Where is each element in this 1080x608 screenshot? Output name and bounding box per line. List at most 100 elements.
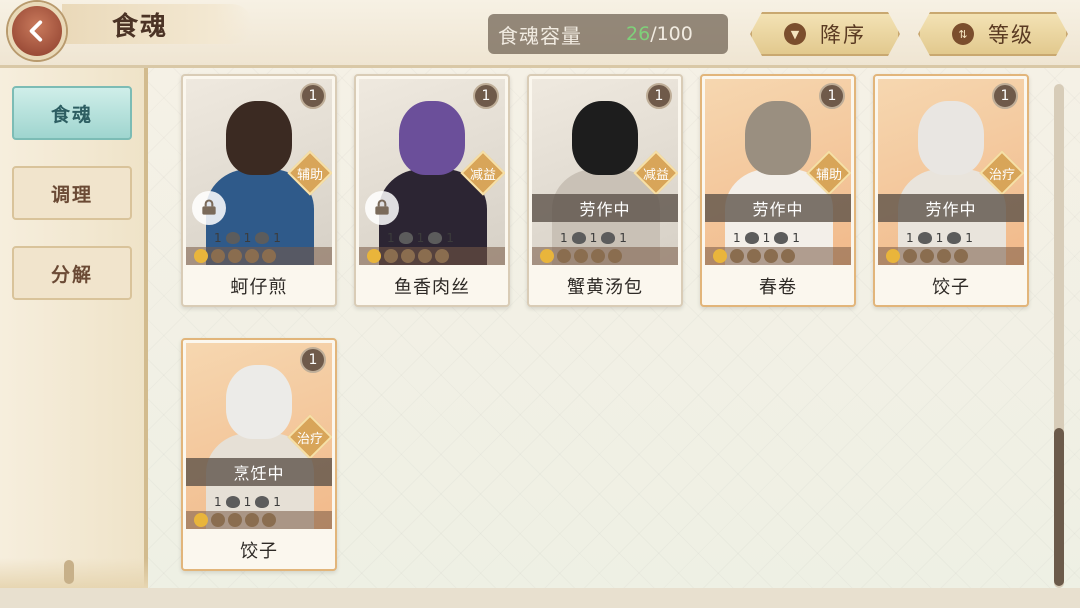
card-name: 蚵仔煎 — [230, 277, 288, 298]
star-icon — [764, 249, 778, 263]
star-icon — [920, 249, 934, 263]
portrait-head — [918, 101, 984, 175]
back-button[interactable] — [8, 2, 66, 60]
stats-row: 1 1 1 — [560, 231, 627, 245]
star-icon — [954, 249, 968, 263]
star-icon — [211, 513, 225, 527]
portrait-head — [226, 101, 292, 175]
stat-value: 1 — [935, 231, 944, 245]
role-badge: 治疗 — [290, 417, 330, 457]
acorn-icon — [225, 496, 240, 508]
star-icon — [245, 513, 259, 527]
role-badge: 减益 — [463, 153, 503, 193]
card-name: 饺子 — [932, 277, 970, 298]
food-soul-card[interactable]: 1 减益劳作中 1 1 1 蟹黄汤包 — [527, 74, 683, 307]
top-bar: 食魂 食魂容量 26 /100 ▼ 降序 ⇅ 等级 — [0, 0, 1080, 68]
character-portrait: 1 治疗 劳作中 1 1 1 — [878, 79, 1024, 265]
stat-value: 1 — [273, 231, 281, 245]
role-badge: 减益 — [636, 153, 676, 193]
star-icon — [540, 249, 554, 263]
capacity-display: 食魂容量 26 /100 — [488, 14, 728, 54]
portrait-head — [572, 101, 638, 175]
lock-icon[interactable] — [365, 191, 399, 225]
status-band: 劳作中 — [532, 194, 678, 222]
star-icon — [747, 249, 761, 263]
food-soul-card[interactable]: 1 减益 1 1 1 鱼香肉丝 — [354, 74, 510, 307]
acorn-icon — [917, 232, 932, 244]
sort-desc-label: 降序 — [820, 23, 866, 47]
stat-value: 1 — [214, 231, 222, 245]
food-soul-card[interactable]: 1 治疗 烹饪中 1 1 1 饺子 — [181, 338, 337, 571]
star-icon — [781, 249, 795, 263]
sidebar-ornament — [0, 558, 148, 588]
star-icon — [194, 249, 208, 263]
stat-value: 1 — [560, 231, 568, 245]
pot-icon — [428, 232, 443, 244]
star-rating — [367, 249, 449, 263]
character-portrait: 1 减益 1 1 1 — [359, 79, 505, 265]
pot-icon — [255, 496, 270, 508]
portrait-head — [745, 101, 811, 175]
food-soul-card[interactable]: 1 治疗 劳作中 1 1 1 饺子 — [873, 74, 1029, 307]
star-rating — [540, 249, 622, 263]
star-icon — [384, 249, 398, 263]
acorn-icon — [225, 232, 240, 244]
page-title: 食魂 — [112, 12, 169, 42]
sidebar: 食魂 调理 分解 — [0, 68, 148, 588]
count-badge: 1 — [819, 83, 845, 109]
stats-row: 1 1 1 — [387, 231, 454, 245]
star-rating — [194, 513, 276, 527]
acorn-icon — [744, 232, 759, 244]
stat-value: 1 — [619, 231, 627, 245]
stat-value: 1 — [387, 231, 395, 245]
star-rating — [713, 249, 795, 263]
card-name: 蟹黄汤包 — [567, 277, 643, 298]
food-soul-card[interactable]: 1 辅助 1 1 1 蚵仔煎 — [181, 74, 337, 307]
stat-value: 1 — [243, 495, 252, 509]
role-badge: 辅助 — [809, 153, 849, 193]
count-badge: 1 — [300, 347, 326, 373]
star-icon — [713, 249, 727, 263]
pot-icon — [774, 232, 789, 244]
pot-icon — [255, 232, 270, 244]
star-icon — [903, 249, 917, 263]
star-icon — [886, 249, 900, 263]
card-name: 饺子 — [240, 541, 278, 562]
role-label: 减益 — [642, 167, 669, 183]
sort-level-label: 等级 — [988, 23, 1034, 47]
tab-food-souls[interactable]: 食魂 — [12, 86, 132, 140]
stat-value: 1 — [762, 231, 771, 245]
status-band: 劳作中 — [705, 194, 851, 222]
sort-desc-button[interactable]: ▼ 降序 — [750, 12, 900, 56]
star-icon — [228, 513, 242, 527]
tassel-decoration — [64, 560, 74, 584]
stat-value: 1 — [589, 231, 598, 245]
stat-value: 1 — [273, 495, 281, 509]
status-band: 劳作中 — [878, 194, 1024, 222]
tab-decompose[interactable]: 分解 — [12, 246, 132, 300]
star-icon — [435, 249, 449, 263]
back-arrow-icon — [29, 20, 43, 42]
scrollbar-thumb[interactable] — [1054, 428, 1064, 586]
capacity-max: /100 — [650, 23, 693, 45]
role-badge: 辅助 — [290, 153, 330, 193]
capacity-label: 食魂容量 — [498, 23, 582, 48]
card-name: 鱼香肉丝 — [394, 277, 470, 298]
sort-level-button[interactable]: ⇅ 等级 — [918, 12, 1068, 56]
star-icon — [245, 249, 259, 263]
star-icon — [211, 249, 225, 263]
stats-row: 1 1 1 — [733, 231, 800, 245]
triangle-down-icon: ▼ — [784, 23, 806, 45]
acorn-icon — [398, 232, 413, 244]
food-soul-card[interactable]: 1 辅助 劳作中 1 1 1 春卷 — [700, 74, 856, 307]
lock-icon[interactable] — [192, 191, 226, 225]
star-icon — [937, 249, 951, 263]
star-icon — [262, 513, 276, 527]
star-icon — [591, 249, 605, 263]
tab-conditioning[interactable]: 调理 — [12, 166, 132, 220]
swap-icon: ⇅ — [952, 23, 974, 45]
star-rating — [886, 249, 968, 263]
status-band: 烹饪中 — [186, 458, 332, 486]
star-icon — [730, 249, 744, 263]
star-icon — [262, 249, 276, 263]
